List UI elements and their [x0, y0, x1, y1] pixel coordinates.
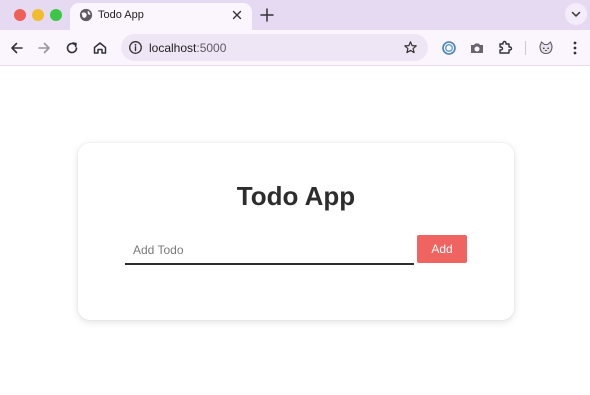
- maximize-window-button[interactable]: [50, 9, 62, 21]
- cat-avatar-icon: [539, 41, 553, 55]
- url-host: localhost: [149, 41, 197, 55]
- kebab-menu-icon: [573, 41, 577, 55]
- close-window-button[interactable]: [14, 9, 26, 21]
- arrow-left-icon: [11, 42, 23, 54]
- extension-button-2[interactable]: [468, 39, 486, 57]
- home-icon: [93, 42, 107, 54]
- page-title: Todo App: [236, 181, 356, 211]
- globe-icon: [79, 8, 93, 22]
- browser-menu-button[interactable]: [566, 39, 584, 57]
- todo-card: Todo App Add: [78, 143, 514, 320]
- minimize-window-button[interactable]: [32, 9, 44, 21]
- chevron-down-icon: [571, 11, 581, 18]
- extensions-button[interactable]: [496, 39, 514, 57]
- back-button[interactable]: [8, 39, 26, 57]
- arrow-right-icon: [38, 42, 50, 54]
- tab-title: Todo App: [98, 9, 144, 21]
- profile-button[interactable]: [537, 39, 555, 57]
- add-todo-button[interactable]: Add: [417, 235, 467, 263]
- puzzle-icon: [499, 40, 513, 54]
- star-icon[interactable]: [403, 40, 418, 55]
- browser-toolbar: localhost:5000: [0, 30, 590, 66]
- ring-extension-icon: [442, 41, 456, 55]
- new-tab-icon[interactable]: [259, 7, 275, 23]
- extension-button-1[interactable]: [440, 39, 458, 57]
- browser-tab[interactable]: Todo App: [70, 3, 252, 30]
- url-port: :5000: [196, 41, 227, 55]
- reload-icon: [66, 42, 78, 54]
- home-button[interactable]: [91, 39, 109, 57]
- toolbar-divider: [525, 41, 526, 55]
- url-text: localhost:5000: [149, 41, 226, 55]
- forward-button[interactable]: [35, 39, 53, 57]
- tab-search-button[interactable]: [565, 3, 587, 25]
- camera-extension-icon: [471, 43, 483, 53]
- reload-button[interactable]: [63, 39, 81, 57]
- address-bar[interactable]: localhost:5000: [121, 34, 428, 61]
- browser-tab-bar: Todo App: [0, 0, 590, 30]
- info-icon[interactable]: [128, 40, 143, 55]
- close-tab-icon[interactable]: [230, 8, 244, 22]
- add-todo-input[interactable]: [125, 236, 414, 265]
